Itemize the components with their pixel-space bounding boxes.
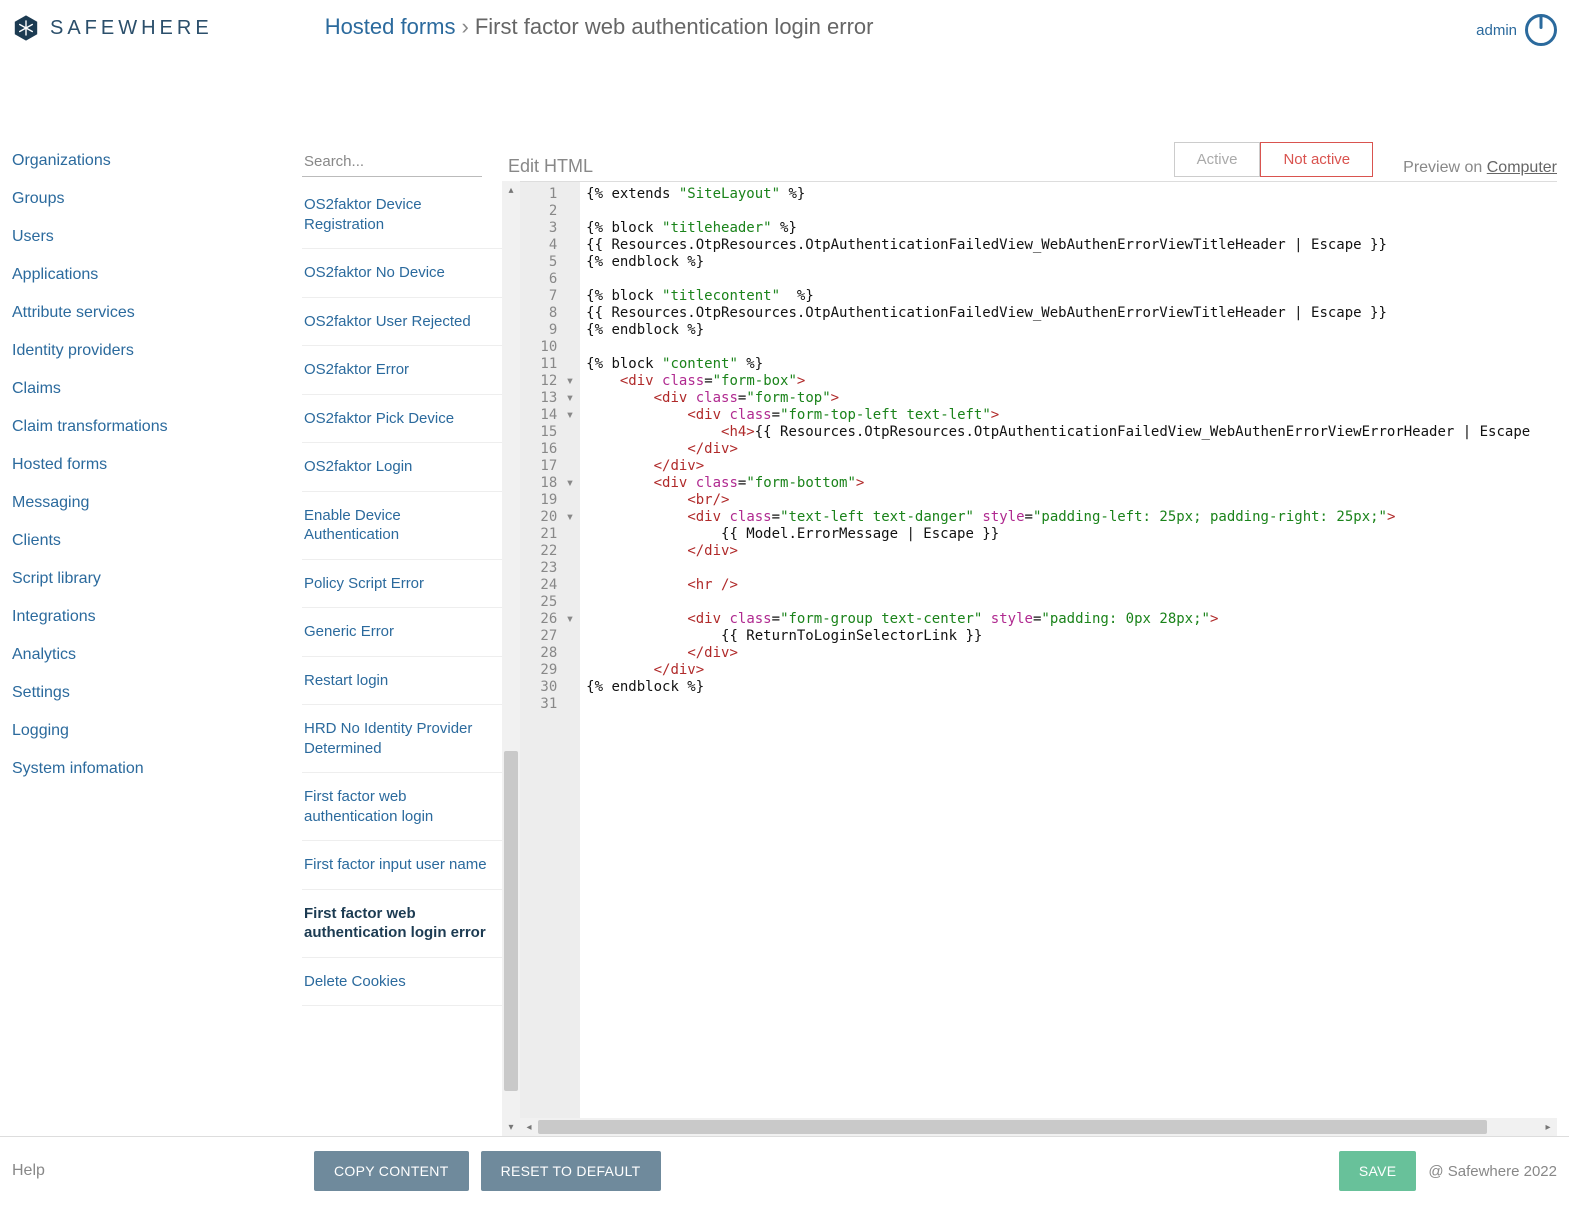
scroll-right-arrow[interactable]: ▸ bbox=[1539, 1118, 1557, 1136]
nav-item-claim-transformations[interactable]: Claim transformations bbox=[12, 408, 302, 446]
nav-item-integrations[interactable]: Integrations bbox=[12, 598, 302, 636]
breadcrumb: Hosted forms › First factor web authenti… bbox=[325, 14, 874, 40]
editor-h-scrollbar[interactable]: ◂ ▸ bbox=[520, 1118, 1557, 1136]
template-item[interactable]: Policy Script Error bbox=[302, 560, 502, 609]
template-item[interactable]: Generic Error bbox=[302, 608, 502, 657]
nav-item-attribute-services[interactable]: Attribute services bbox=[12, 294, 302, 332]
copyright: @ Safewhere 2022 bbox=[1428, 1163, 1557, 1180]
main-nav: OrganizationsGroupsUsersApplicationsAttr… bbox=[12, 50, 302, 1136]
template-item[interactable]: OS2faktor Error bbox=[302, 346, 502, 395]
nav-item-messaging[interactable]: Messaging bbox=[12, 484, 302, 522]
copy-content-button[interactable]: COPY CONTENT bbox=[314, 1151, 469, 1191]
brand-text: SAFEWHERE bbox=[50, 17, 213, 40]
breadcrumb-separator: › bbox=[462, 14, 469, 40]
help-link[interactable]: Help bbox=[12, 1162, 302, 1180]
editor-code[interactable]: {% extends "SiteLayout" %} {% block "tit… bbox=[580, 182, 1557, 1118]
nav-item-groups[interactable]: Groups bbox=[12, 180, 302, 218]
nav-item-clients[interactable]: Clients bbox=[12, 522, 302, 560]
template-item[interactable]: HRD No Identity Provider Determined bbox=[302, 705, 502, 773]
template-item[interactable]: Enable Device Authentication bbox=[302, 492, 502, 560]
h-scroll-thumb[interactable] bbox=[538, 1120, 1487, 1134]
nav-item-analytics[interactable]: Analytics bbox=[12, 636, 302, 674]
template-scrollbar[interactable]: ▴ ▾ bbox=[502, 181, 520, 1136]
template-item[interactable]: First factor input user name bbox=[302, 841, 502, 890]
nav-item-organizations[interactable]: Organizations bbox=[12, 142, 302, 180]
template-item[interactable]: OS2faktor User Rejected bbox=[302, 298, 502, 347]
editor-title: Edit HTML bbox=[508, 156, 593, 177]
nav-item-system-infomation[interactable]: System infomation bbox=[12, 750, 302, 788]
template-item[interactable]: OS2faktor Pick Device bbox=[302, 395, 502, 444]
power-icon[interactable] bbox=[1525, 14, 1557, 46]
template-item[interactable]: First factor web authentication login bbox=[302, 773, 502, 841]
scroll-left-arrow[interactable]: ◂ bbox=[520, 1118, 538, 1136]
preview-label: Preview on Computer bbox=[1403, 159, 1557, 177]
nav-item-hosted-forms[interactable]: Hosted forms bbox=[12, 446, 302, 484]
template-list: OS2faktor Device RegistrationOS2faktor N… bbox=[302, 181, 502, 1136]
nav-item-logging[interactable]: Logging bbox=[12, 712, 302, 750]
breadcrumb-current: First factor web authentication login er… bbox=[475, 14, 874, 40]
hex-snowflake-icon bbox=[12, 14, 40, 42]
breadcrumb-root-link[interactable]: Hosted forms bbox=[325, 14, 456, 40]
nav-item-settings[interactable]: Settings bbox=[12, 674, 302, 712]
nav-item-applications[interactable]: Applications bbox=[12, 256, 302, 294]
brand-logo[interactable]: SAFEWHERE bbox=[12, 14, 213, 42]
template-item[interactable]: OS2faktor No Device bbox=[302, 249, 502, 298]
save-button[interactable]: SAVE bbox=[1339, 1151, 1417, 1191]
scroll-up-arrow[interactable]: ▴ bbox=[502, 181, 520, 199]
reset-to-default-button[interactable]: RESET TO DEFAULT bbox=[481, 1151, 661, 1191]
preview-target-link[interactable]: Computer bbox=[1487, 159, 1557, 176]
template-item[interactable]: Delete Cookies bbox=[302, 958, 502, 1007]
editor-gutter: 1 2 3 4 5 6 7 8 9 10 11 12 ▾ 13 ▾ 14 ▾ 1… bbox=[520, 182, 580, 1118]
nav-item-script-library[interactable]: Script library bbox=[12, 560, 302, 598]
active-toggle: Active Not active bbox=[1174, 142, 1374, 177]
template-item[interactable]: Restart login bbox=[302, 657, 502, 706]
nav-item-identity-providers[interactable]: Identity providers bbox=[12, 332, 302, 370]
nav-item-claims[interactable]: Claims bbox=[12, 370, 302, 408]
nav-item-users[interactable]: Users bbox=[12, 218, 302, 256]
scroll-down-arrow[interactable]: ▾ bbox=[502, 1118, 520, 1136]
search-input[interactable] bbox=[302, 147, 482, 177]
code-editor[interactable]: 1 2 3 4 5 6 7 8 9 10 11 12 ▾ 13 ▾ 14 ▾ 1… bbox=[520, 181, 1557, 1136]
toggle-not-active-button[interactable]: Not active bbox=[1260, 142, 1373, 177]
current-user[interactable]: admin bbox=[1476, 22, 1517, 39]
template-item[interactable]: First factor web authentication login er… bbox=[302, 890, 502, 958]
template-item[interactable]: OS2faktor Device Registration bbox=[302, 181, 502, 249]
toggle-active-button[interactable]: Active bbox=[1174, 142, 1261, 177]
template-item[interactable]: OS2faktor Login bbox=[302, 443, 502, 492]
scroll-thumb[interactable] bbox=[504, 751, 518, 1091]
